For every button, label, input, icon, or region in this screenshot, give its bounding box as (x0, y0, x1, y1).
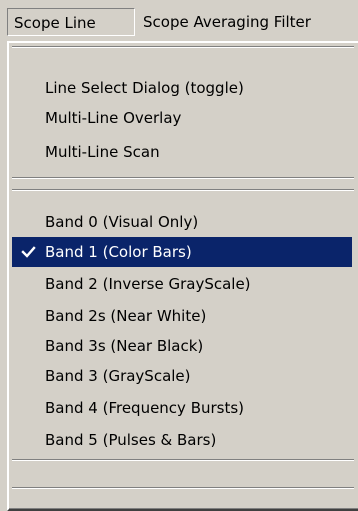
menu-item-band-5[interactable]: Band 5 (Pulses & Bars) (12, 425, 352, 455)
menu-separator (12, 177, 354, 179)
menu-scope-line[interactable]: Scope Line (7, 8, 135, 36)
menu-item-label: Band 1 (Color Bars) (45, 243, 192, 261)
menu-item-band-3[interactable]: Band 3 (GrayScale) (12, 361, 352, 391)
menu-bar: Scope Line Scope Averaging Filter (0, 0, 358, 42)
menu-item-multi-line-overlay[interactable]: Multi-Line Overlay (12, 103, 352, 133)
menu-item-band-4[interactable]: Band 4 (Frequency Bursts) (12, 393, 352, 423)
menu-separator (12, 189, 354, 191)
menu-separator (12, 46, 354, 48)
menu-item-band-2[interactable]: Band 2 (Inverse GrayScale) (12, 269, 352, 299)
menu-item-band-0[interactable]: Band 0 (Visual Only) (12, 207, 352, 237)
menu-item-band-3s[interactable]: Band 3s (Near Black) (12, 331, 352, 361)
menu-item-band-2s[interactable]: Band 2s (Near White) (12, 301, 352, 331)
menu-item-multi-line-scan[interactable]: Multi-Line Scan (12, 137, 352, 167)
scope-line-dropdown: Line Select Dialog (toggle) Multi-Line O… (7, 41, 358, 511)
checkmark-icon (20, 237, 38, 267)
menu-separator (12, 487, 354, 489)
menu-separator (12, 459, 354, 461)
menu-scope-averaging-filter[interactable]: Scope Averaging Filter (143, 8, 358, 36)
menu-item-band-1[interactable]: Band 1 (Color Bars) (12, 237, 352, 267)
menu-item-line-select-dialog[interactable]: Line Select Dialog (toggle) (12, 73, 352, 103)
